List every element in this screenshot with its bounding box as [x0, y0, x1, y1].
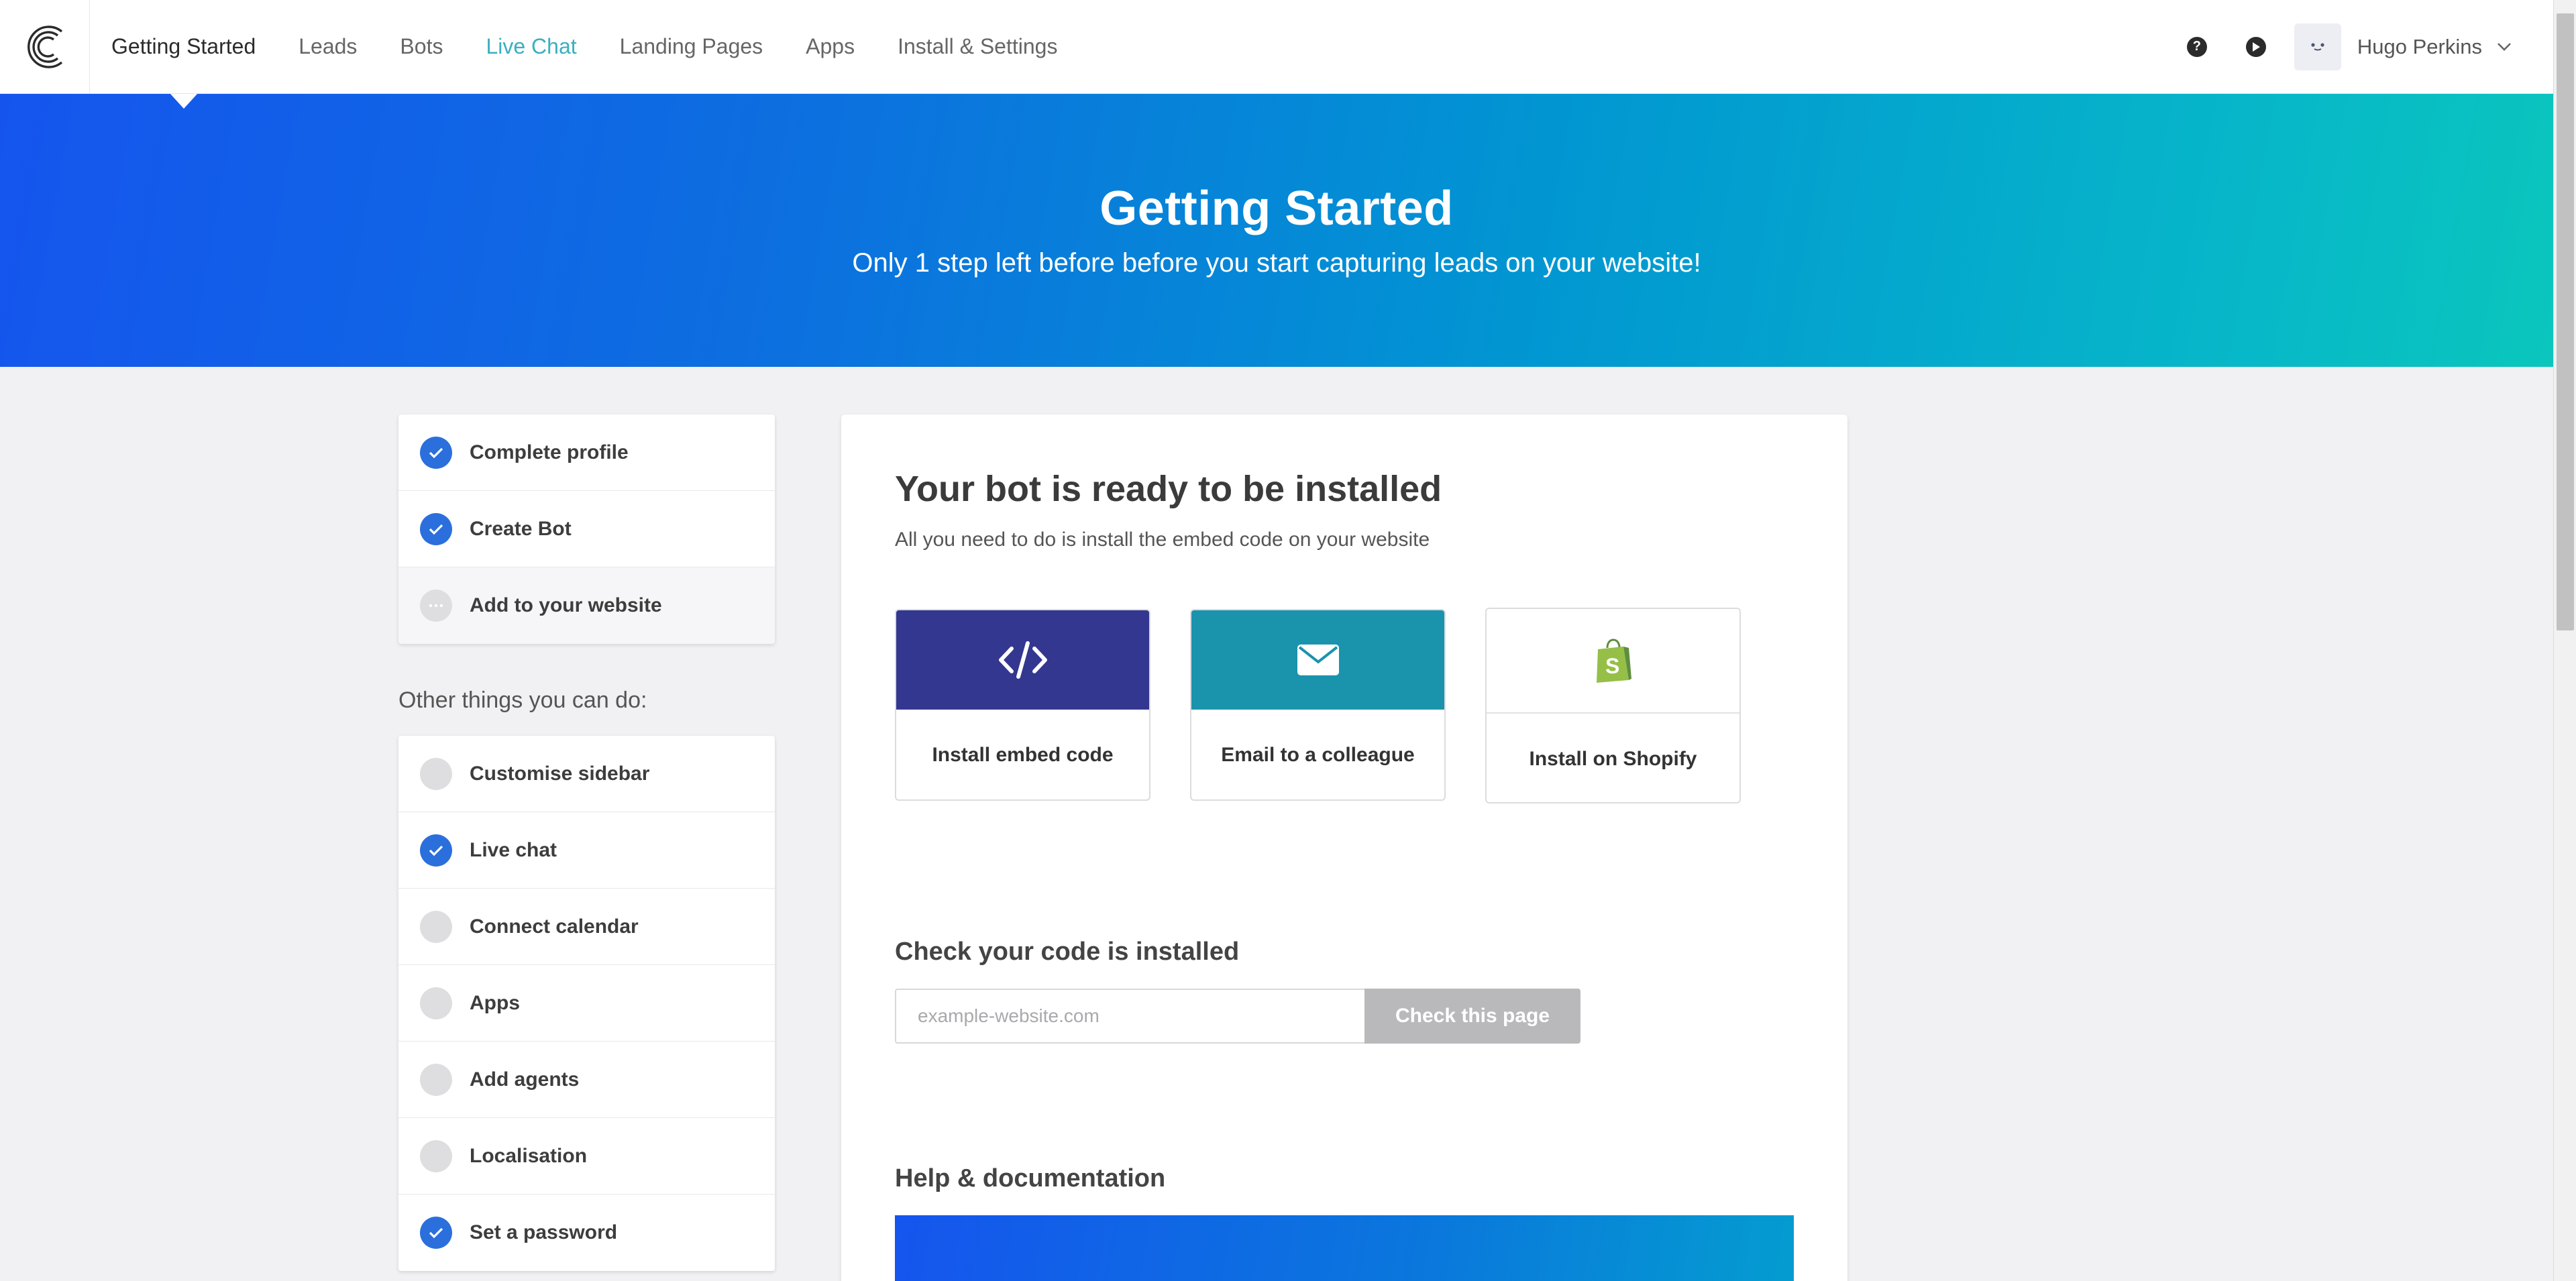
step-label: Complete profile — [470, 441, 629, 463]
scrollbar-thumb[interactable] — [2557, 13, 2574, 630]
help-documentation-title: Help & documentation — [895, 1164, 1166, 1192]
chevron-down-icon[interactable] — [2497, 42, 2512, 52]
empty-circle-icon — [420, 1139, 452, 1172]
item-label: Apps — [470, 991, 520, 1014]
empty-circle-icon — [420, 1063, 452, 1096]
item-live-chat[interactable]: Live chat — [398, 812, 775, 889]
nav-landing-pages[interactable]: Landing Pages — [620, 0, 763, 94]
website-url-input[interactable] — [895, 989, 1364, 1044]
step-label: Create Bot — [470, 517, 572, 540]
shopify-bag-icon: S — [1596, 638, 1631, 683]
nav-label: Apps — [806, 34, 855, 58]
top-navigation: Getting Started Leads Bots Live Chat Lan… — [0, 0, 2553, 109]
install-subtitle: All you need to do is install the embed … — [895, 528, 1430, 551]
nav-leads[interactable]: Leads — [299, 0, 357, 94]
nav-getting-started[interactable]: Getting Started — [111, 0, 256, 109]
item-label: Localisation — [470, 1144, 588, 1167]
svg-text:S: S — [1605, 654, 1619, 678]
item-localisation[interactable]: Localisation — [398, 1118, 775, 1194]
item-label: Live chat — [470, 838, 557, 861]
option-icon-area — [896, 610, 1149, 710]
ellipsis-circle-icon — [420, 590, 452, 622]
step-complete-profile[interactable]: Complete profile — [398, 414, 775, 491]
question-circle-icon[interactable]: ? — [2186, 36, 2207, 57]
play-triangle — [2252, 42, 2260, 52]
nav-live-chat[interactable]: Live Chat — [486, 0, 576, 94]
empty-circle-icon — [420, 987, 452, 1019]
play-circle-icon[interactable] — [2245, 36, 2266, 57]
check-circle-icon — [420, 512, 452, 545]
help-video-banner[interactable] — [895, 1215, 1794, 1281]
install-shopify-option[interactable]: S Install on Shopify — [1485, 608, 1741, 803]
item-set-password[interactable]: Set a password — [398, 1194, 775, 1271]
check-circle-icon — [420, 834, 452, 867]
page-title: Getting Started — [1099, 182, 1454, 235]
check-page-button[interactable]: Check this page — [1364, 989, 1580, 1044]
item-connect-calendar[interactable]: Connect calendar — [398, 889, 775, 965]
nav-label: Landing Pages — [619, 34, 763, 58]
option-icon-area — [1191, 610, 1444, 710]
envelope-icon — [1297, 645, 1339, 675]
item-apps[interactable]: Apps — [398, 965, 775, 1042]
option-label: Install on Shopify — [1529, 748, 1697, 770]
page-subtitle: Only 1 step left before before you start… — [852, 248, 1701, 278]
collectchat-logo-icon — [27, 25, 62, 68]
other-things-list: Customise sidebar Live chat Connect cale… — [398, 736, 775, 1271]
nav-install-settings[interactable]: Install & Settings — [898, 0, 1057, 94]
option-icon-area: S — [1487, 609, 1739, 714]
nav-label: Leads — [299, 34, 358, 58]
other-things-heading: Other things you can do: — [398, 687, 647, 713]
install-embed-code-option[interactable]: Install embed code — [895, 609, 1150, 801]
nav-bots[interactable]: Bots — [400, 0, 443, 94]
nav-right: ? Hugo Perkins — [2186, 0, 2553, 94]
item-customise-sidebar[interactable]: Customise sidebar — [398, 736, 775, 812]
empty-circle-icon — [420, 757, 452, 790]
nav-label: Getting Started — [111, 34, 256, 58]
option-label: Email to a colleague — [1221, 744, 1415, 766]
check-circle-icon — [420, 436, 452, 469]
option-label: Install embed code — [932, 744, 1114, 766]
nav-label: Install & Settings — [898, 34, 1058, 58]
check-code-title: Check your code is installed — [895, 938, 1240, 966]
item-label: Customise sidebar — [470, 762, 650, 785]
bot-face-icon — [2311, 42, 2324, 50]
item-add-agents[interactable]: Add agents — [398, 1042, 775, 1118]
step-label: Add to your website — [470, 594, 662, 616]
check-circle-icon — [420, 1217, 452, 1249]
step-add-to-website[interactable]: Add to your website — [398, 567, 775, 644]
item-label: Connect calendar — [470, 915, 639, 938]
nav-apps[interactable]: Apps — [806, 0, 855, 94]
hero-banner: Getting Started Only 1 step left before … — [0, 94, 2553, 367]
avatar[interactable] — [2294, 23, 2341, 70]
user-name[interactable]: Hugo Perkins — [2357, 35, 2482, 59]
active-indicator — [170, 93, 197, 109]
code-icon — [998, 641, 1047, 679]
setup-steps: Complete profile Create Bot Add to your … — [398, 414, 775, 644]
page-scrollbar[interactable] — [2553, 0, 2576, 1281]
nav-label: Bots — [400, 34, 443, 58]
install-card: Your bot is ready to be installed All yo… — [841, 414, 1847, 1281]
main-menu: Getting Started Leads Bots Live Chat Lan… — [111, 0, 1100, 109]
item-label: Set a password — [470, 1221, 618, 1243]
nav-label: Live Chat — [486, 34, 577, 58]
logo[interactable] — [0, 0, 90, 94]
email-colleague-option[interactable]: Email to a colleague — [1190, 609, 1446, 801]
install-title: Your bot is ready to be installed — [895, 469, 1442, 509]
empty-circle-icon — [420, 910, 452, 943]
step-create-bot[interactable]: Create Bot — [398, 491, 775, 567]
item-label: Add agents — [470, 1068, 580, 1091]
